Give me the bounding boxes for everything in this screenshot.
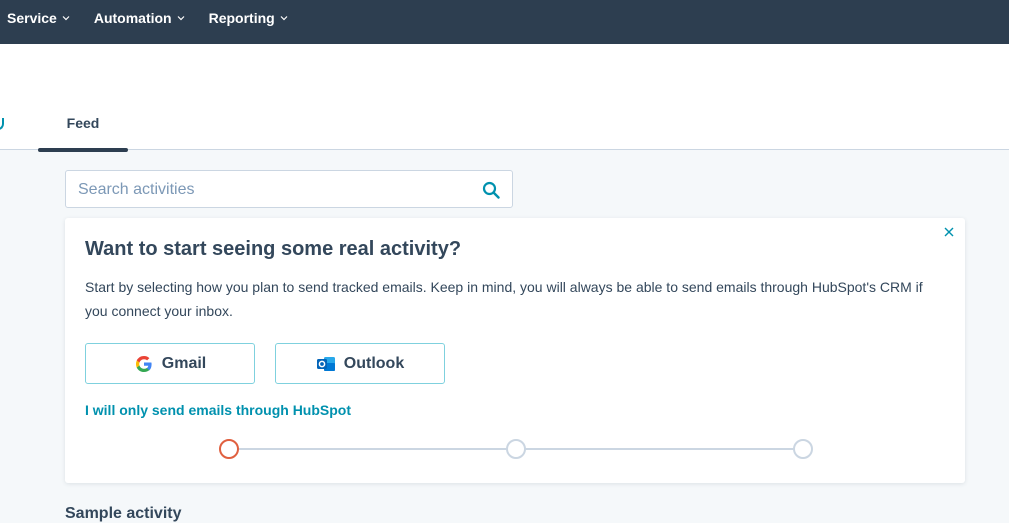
- onboarding-card: Want to start seeing some real activity?…: [65, 218, 965, 483]
- nav-item-service[interactable]: Service: [7, 10, 70, 26]
- step-3-indicator: [793, 439, 813, 459]
- nav-item-label: Automation: [93, 10, 172, 26]
- search-icon[interactable]: [482, 181, 500, 199]
- chevron-down-icon: [177, 16, 185, 21]
- outlook-icon: [316, 356, 335, 371]
- tab-feed[interactable]: Feed: [38, 108, 128, 152]
- page-header: [0, 44, 1009, 150]
- tab-feed-label: Feed: [66, 115, 100, 131]
- search-box: [65, 170, 513, 209]
- card-title: Want to start seeing some real activity?: [85, 238, 462, 260]
- gmail-button-label: Gmail: [161, 354, 207, 372]
- nav-item-label: Service: [7, 10, 57, 26]
- outlook-button-label: Outlook: [343, 354, 405, 372]
- card-description: Start by selecting how you plan to send …: [85, 279, 923, 319]
- close-icon[interactable]: [943, 226, 955, 238]
- outlook-button[interactable]: Outlook: [275, 343, 445, 384]
- nav-item-reporting[interactable]: Reporting: [209, 10, 288, 26]
- google-icon: [135, 355, 152, 372]
- gmail-button[interactable]: Gmail: [85, 343, 255, 384]
- hubspot-only-link[interactable]: I will only send emails through HubSpot: [85, 402, 351, 418]
- chevron-down-icon: [280, 16, 288, 21]
- active-tab-indicator: [38, 148, 128, 152]
- sample-activity-heading: Sample activity: [65, 505, 182, 522]
- progress-stepper: [219, 437, 816, 461]
- nav-item-label: Reporting: [208, 10, 275, 26]
- step-2-indicator: [506, 439, 526, 459]
- top-navigation-bar: Service Automation Reporting: [0, 0, 1009, 44]
- search-input[interactable]: [76, 171, 470, 209]
- step-1-indicator: [219, 439, 239, 459]
- nav-item-automation[interactable]: Automation: [94, 10, 185, 26]
- chevron-down-icon: [62, 16, 70, 21]
